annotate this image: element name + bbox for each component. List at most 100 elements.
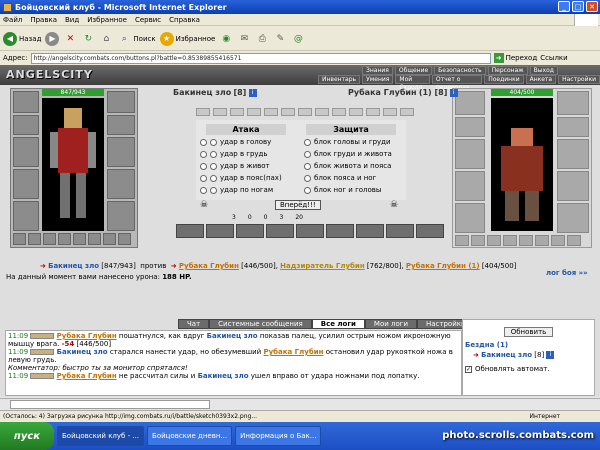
skill-icon[interactable]: [416, 224, 444, 238]
links-label[interactable]: Ссылки: [540, 54, 568, 62]
minimize-button[interactable]: _: [558, 1, 570, 12]
attack-option[interactable]: удар по ногам: [200, 184, 282, 196]
skull-icon: ☠: [390, 200, 399, 210]
nav-knowledge[interactable]: Знания: [362, 66, 393, 75]
attack-option[interactable]: удар в живот: [200, 160, 282, 172]
vs-line: ➜ Бакинец зло [847/943] против ➜ Рубака …: [40, 262, 517, 270]
left-fighter-name[interactable]: Бакинец зло [8] i: [173, 88, 257, 97]
menu-file[interactable]: Файл: [3, 16, 22, 24]
defense-option[interactable]: блок живота и пояса: [304, 160, 392, 172]
player-entry[interactable]: ➜ Бакинец зло [8] i: [465, 351, 592, 359]
skill-icon[interactable]: [356, 224, 384, 238]
tab-all-logs[interactable]: Все логи: [311, 319, 365, 329]
attack-submit-button[interactable]: Вперёд!!!: [275, 200, 321, 210]
left-hp-bar: 847/943: [42, 89, 104, 96]
favorites-button[interactable]: ★ Избранное: [159, 31, 215, 46]
right-fighter-panel: 404/500: [452, 88, 592, 248]
start-button[interactable]: пуск: [0, 422, 54, 450]
toolbar: ◀ Назад ▶ ✕ ↻ ⌂ ⌕ Поиск ★ Избранное ◉ ✉ …: [0, 27, 600, 51]
nav-transfers[interactable]: Отчет о переводах: [431, 75, 483, 91]
skill-icons: [176, 224, 444, 238]
auto-refresh-toggle[interactable]: ✓ Обновлять автомат.: [465, 365, 592, 373]
nav-exit[interactable]: Выход: [529, 66, 558, 75]
checkbox[interactable]: ✓: [465, 365, 472, 373]
nav-duels[interactable]: Поединки: [484, 75, 524, 84]
refresh-button[interactable]: Обновить: [503, 327, 554, 337]
attack-option[interactable]: удар в пояс(пах): [200, 172, 282, 184]
skill-icon[interactable]: [176, 224, 204, 238]
location-name: Бездна (1): [465, 341, 509, 349]
vs-right-name-2[interactable]: Надзиратель Глубин: [280, 262, 365, 270]
right-fighter-name[interactable]: Рубака Глубин (1) [8] i: [348, 88, 458, 97]
back-button[interactable]: ◀ Назад: [3, 31, 41, 46]
counter: 20: [295, 214, 303, 221]
knight-icon: [50, 108, 96, 218]
vs-right-name-1[interactable]: Рубака Глубин: [179, 262, 239, 270]
tab-system[interactable]: Системные сообщения: [209, 319, 312, 329]
address-input[interactable]: http://angelscity.combats.com/buttons.pl…: [30, 52, 491, 64]
info-icon[interactable]: i: [546, 351, 555, 359]
windows-logo-icon: [574, 14, 598, 26]
messenger-icon[interactable]: @: [291, 32, 305, 46]
skill-icon[interactable]: [206, 224, 234, 238]
taskbar-item[interactable]: Бойцовский клуб - ...: [57, 426, 145, 446]
chat-input-bar: [0, 398, 600, 410]
nav-profile[interactable]: Анкета: [525, 75, 557, 84]
go-button[interactable]: ➜ Переход: [493, 53, 537, 63]
menu-edit[interactable]: Правка: [30, 16, 57, 24]
forward-button[interactable]: ▶: [45, 31, 60, 46]
skill-icon[interactable]: [236, 224, 264, 238]
menu-favorites[interactable]: Избранное: [87, 16, 127, 24]
defense-option[interactable]: блок головы и груди: [304, 136, 392, 148]
media-icon[interactable]: ◉: [219, 32, 233, 46]
taskbar-item[interactable]: Бойцовские дневн...: [147, 426, 233, 446]
chat-input[interactable]: [10, 400, 210, 409]
nav-scroll[interactable]: Мой Скролл: [395, 75, 430, 91]
search-button[interactable]: ⌕ Поиск: [117, 32, 156, 46]
damage-line: На данный момент вами нанесено урона: 18…: [6, 273, 192, 281]
skull-icon: ☠: [200, 200, 209, 210]
counter: 0: [263, 214, 268, 221]
info-icon[interactable]: i: [248, 89, 257, 97]
nav-inventory[interactable]: Инвентарь: [318, 75, 361, 84]
tab-chat[interactable]: Чат: [178, 319, 210, 329]
skill-icon[interactable]: [266, 224, 294, 238]
log-line: 11:09 Бакинец зло старался нанести удар,…: [8, 348, 453, 364]
menu-view[interactable]: Вид: [65, 16, 79, 24]
attack-option[interactable]: удар в голову: [200, 136, 282, 148]
skill-icon[interactable]: [296, 224, 324, 238]
defense-option[interactable]: блок пояса и ног: [304, 172, 392, 184]
close-button[interactable]: ✕: [586, 1, 598, 12]
log-line: 11:09 Рубака Глубин не рассчитал силы и …: [8, 372, 420, 380]
print-icon[interactable]: ⎙: [255, 32, 269, 46]
defense-option[interactable]: блок груди и живота: [304, 148, 392, 160]
nav-settings[interactable]: Настройки: [558, 75, 600, 84]
title-bar: Бойцовский клуб - Microsoft Internet Exp…: [0, 0, 600, 14]
defense-option[interactable]: блок ног и головы: [304, 184, 392, 196]
menu-help[interactable]: Справка: [169, 16, 200, 24]
tab-my-logs[interactable]: Мои логи: [364, 319, 417, 329]
home-icon[interactable]: ⌂: [99, 32, 113, 46]
mail-icon[interactable]: ✉: [237, 32, 251, 46]
info-icon[interactable]: i: [449, 89, 458, 97]
nav-security[interactable]: Безопасность: [434, 66, 486, 75]
taskbar-item[interactable]: Информация о Бак...: [235, 426, 322, 446]
nav-bottom: Инвентарь Умения Мой Скролл Отчет о пере…: [318, 75, 600, 91]
skill-icon[interactable]: [386, 224, 414, 238]
nav-chat[interactable]: Общение: [394, 66, 433, 75]
chat-log: 11:09 Рубака Глубин пошатнулся, как вдру…: [5, 330, 462, 396]
nav-character[interactable]: Персонаж: [487, 66, 528, 75]
menu-tools[interactable]: Сервис: [135, 16, 161, 24]
nav-skills[interactable]: Умения: [362, 75, 394, 84]
edit-icon[interactable]: ✎: [273, 32, 287, 46]
battle-log-link[interactable]: лог боя »»: [546, 269, 588, 277]
skill-icon[interactable]: [326, 224, 354, 238]
stop-icon[interactable]: ✕: [63, 32, 77, 46]
vs-left-name[interactable]: Бакинец зло: [48, 262, 99, 270]
maximize-button[interactable]: □: [572, 1, 584, 12]
game-logo: ANGELSCITY: [6, 68, 93, 81]
refresh-icon[interactable]: ↻: [81, 32, 95, 46]
vs-right-name-3[interactable]: Рубака Глубин (1): [406, 262, 480, 270]
attack-header: Атака: [206, 124, 286, 135]
attack-option[interactable]: удар в грудь: [200, 148, 282, 160]
